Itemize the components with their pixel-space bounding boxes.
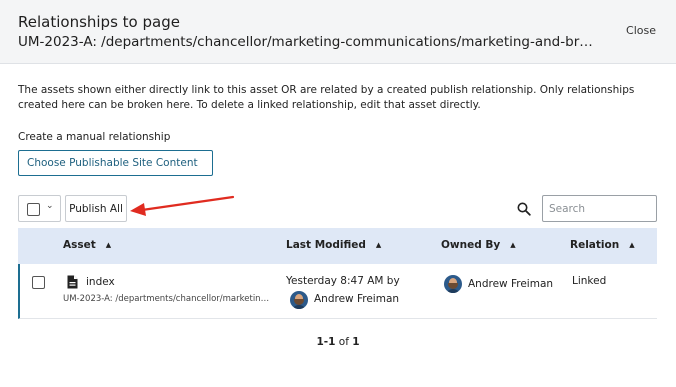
search-input[interactable] [542,195,657,222]
sort-asc-icon[interactable]: ▲ [629,241,634,249]
sort-asc-icon[interactable]: ▲ [106,241,111,249]
document-icon [67,275,78,289]
dialog-header: Relationships to page UM-2023-A: /depart… [0,0,676,64]
sort-asc-icon[interactable]: ▲ [376,241,381,249]
avatar [444,275,462,293]
table-row[interactable]: index UM-2023-A: /departments/chancellor… [18,264,657,319]
column-owned-by[interactable]: Owned By ▲ [441,239,516,251]
row-checkbox[interactable] [32,276,45,289]
pagination: 1-1 of 1 [0,336,676,348]
choose-content-button[interactable]: Choose Publishable Site Content [18,150,213,176]
page-of-label: of [338,336,349,348]
search-icon[interactable] [517,202,531,216]
last-modified-time: Yesterday 8:47 AM by [286,275,400,287]
manual-relationship-label: Create a manual relationship [18,131,171,143]
sort-asc-icon[interactable]: ▲ [510,241,515,249]
column-last-modified[interactable]: Last Modified ▲ [286,239,381,251]
description-text: The assets shown either directly link to… [18,84,635,111]
annotation-arrow [130,195,235,216]
modified-by-user: Andrew Freiman [314,293,400,305]
select-all-checkbox[interactable] [27,203,40,216]
avatar [290,291,308,309]
dialog-subtitle: UM-2023-A: /departments/chancellor/marke… [18,34,598,50]
asset-path: UM-2023-A: /departments/chancellor/marke… [63,294,273,304]
dialog-title: Relationships to page [18,13,180,31]
select-all-dropdown[interactable]: ⌄ [18,195,61,222]
owner-name: Andrew Freiman [468,278,554,290]
close-button[interactable]: Close [626,24,656,37]
table-header: Asset ▲ Last Modified ▲ Owned By ▲ Relation… [18,228,657,264]
column-relation[interactable]: Relation ▲ [570,239,635,251]
asset-name[interactable]: index [86,276,115,288]
column-asset[interactable]: Asset ▲ [63,239,111,251]
publish-all-button[interactable]: Publish All [65,195,127,222]
relation-type: Linked [572,275,607,287]
page-total: 1 [352,336,360,348]
page-range: 1-1 [316,336,336,348]
chevron-down-icon: ⌄ [46,201,54,211]
